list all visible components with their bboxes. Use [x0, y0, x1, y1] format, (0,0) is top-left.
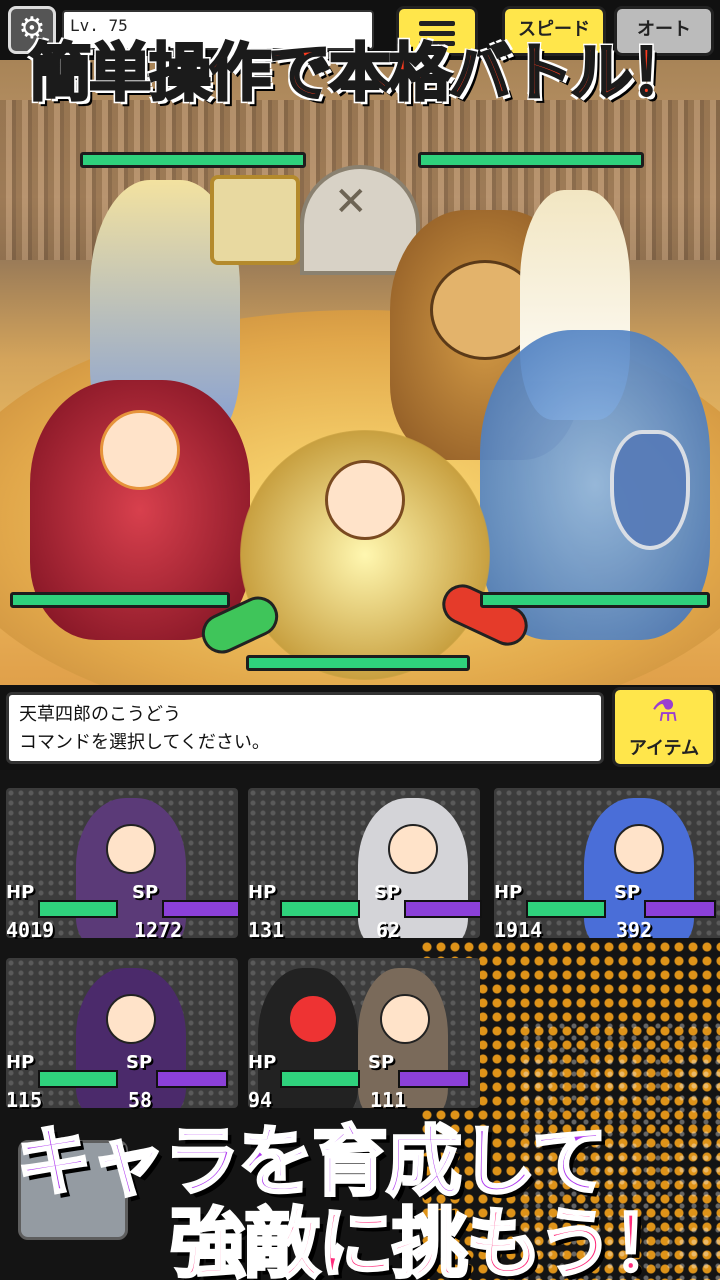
hp-gauge [280, 1070, 360, 1088]
character-face [288, 994, 338, 1044]
sp-value: 392 [616, 918, 653, 942]
sp-label: SP [614, 882, 641, 903]
message-line-2: コマンドを選択してください。 [19, 732, 270, 753]
crossed-swords-icon: ✕ [334, 179, 368, 225]
hp-label: HP [248, 1052, 277, 1073]
sp-value: 62 [376, 918, 401, 942]
nurse-ally[interactable] [240, 430, 490, 680]
ally-hp-bar [246, 655, 470, 671]
message-box: 天草四郎のこうどう コマンドを選択してください。 [6, 692, 604, 764]
book-hammer [210, 175, 300, 265]
sp-gauge [644, 900, 716, 918]
party-card[interactable]: HP SP 94 111 [244, 948, 482, 1118]
nurse-face [325, 460, 405, 540]
character-face [388, 824, 438, 874]
promo-caption-2: 強敵に挑もう！ [169, 1198, 690, 1280]
message-row: 天草四郎のこうどう コマンドを選択してください。 ⚗ アイテム [0, 685, 720, 770]
sp-label: SP [126, 1052, 153, 1073]
potion-icon: ⚗ [651, 694, 679, 729]
banner-title: 簡単操作で本格バトル！ [28, 35, 695, 111]
hp-gauge [38, 1070, 118, 1088]
sp-gauge [162, 900, 240, 918]
party-card[interactable]: HP SP 131 62 [244, 778, 482, 948]
hp-gauge [280, 900, 360, 918]
hp-label: HP [6, 1052, 35, 1073]
hp-value: 4019 [6, 918, 55, 942]
sp-label: SP [374, 882, 401, 903]
hp-label: HP [494, 882, 523, 903]
party-card[interactable]: HP SP 4019 1272 [2, 778, 240, 948]
sp-label: SP [368, 1052, 395, 1073]
hp-gauge [38, 900, 118, 918]
red-hood-face [100, 410, 180, 490]
character-face [380, 994, 430, 1044]
hp-value: 1914 [494, 918, 543, 942]
shield-icon [610, 430, 690, 550]
enemy-hp-bar [480, 592, 710, 608]
character-face [106, 824, 156, 874]
item-button-label: アイテム [628, 738, 700, 759]
party-card[interactable]: HP SP 1914 392 [490, 778, 720, 948]
battle-scene: ✕ [0, 60, 720, 685]
character-face [106, 994, 156, 1044]
hp-gauge [526, 900, 606, 918]
hp-value: 131 [248, 918, 285, 942]
character-face [614, 824, 664, 874]
ally-hp-bar [80, 152, 306, 168]
item-button[interactable]: ⚗ アイテム [612, 687, 716, 767]
sp-gauge [156, 1070, 228, 1088]
sp-gauge [398, 1070, 470, 1088]
sp-label: SP [132, 882, 159, 903]
sp-gauge [404, 900, 482, 918]
ally-hp-bar [10, 592, 230, 608]
hp-label: HP [248, 882, 277, 903]
message-line-1: 天草四郎のこうどう [19, 704, 181, 725]
party-card[interactable]: HP SP 115 58 [2, 948, 240, 1118]
hp-label: HP [6, 882, 35, 903]
sp-value: 1272 [134, 918, 183, 942]
enemy-hp-bar [418, 152, 644, 168]
